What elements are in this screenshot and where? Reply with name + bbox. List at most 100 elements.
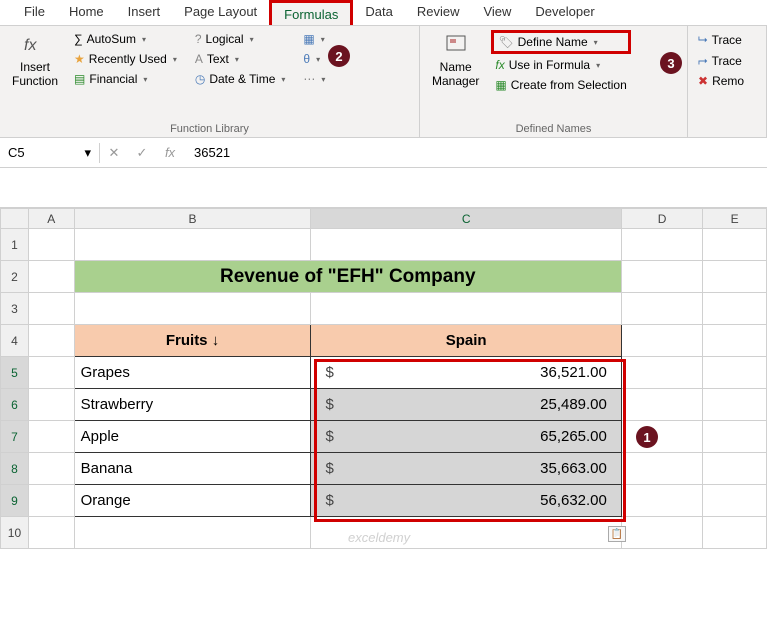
fx-icon[interactable]: fx: [156, 145, 184, 160]
star-icon: ★: [74, 52, 85, 66]
more-functions-button[interactable]: ⋯▾: [299, 70, 329, 88]
row-header[interactable]: 9: [1, 485, 29, 517]
name-box[interactable]: C5▾: [0, 143, 100, 163]
ribbon: fx Insert Function ∑AutoSum▾ ★Recently U…: [0, 26, 767, 138]
text-icon: A: [195, 52, 203, 66]
tab-insert[interactable]: Insert: [116, 0, 173, 25]
chevron-down-icon: ▾: [250, 35, 254, 44]
col-header-c[interactable]: C: [311, 209, 621, 229]
fx-icon: fx: [22, 32, 48, 58]
row-header[interactable]: 2: [1, 261, 29, 293]
data-cell[interactable]: $25,489.00: [311, 389, 621, 421]
col-header-d[interactable]: D: [621, 209, 702, 229]
chevron-down-icon: ▾: [143, 75, 147, 84]
data-cell[interactable]: $65,265.00: [311, 421, 621, 453]
grid-icon: ▦: [495, 78, 506, 92]
trace-dependents-button[interactable]: ⮣Trace: [694, 51, 748, 70]
data-cell[interactable]: Grapes: [74, 357, 311, 389]
data-cell[interactable]: Orange: [74, 485, 311, 517]
chevron-down-icon: ▾: [321, 35, 325, 44]
text-button[interactable]: AText▾: [191, 50, 290, 68]
chevron-down-icon: ▾: [594, 38, 598, 47]
tab-review[interactable]: Review: [405, 0, 472, 25]
formula-input[interactable]: 36521: [184, 145, 767, 160]
callout-badge-3: 3: [660, 52, 682, 74]
select-all-corner[interactable]: [1, 209, 29, 229]
date-time-button[interactable]: ◷Date & Time▾: [191, 70, 290, 88]
data-cell[interactable]: $36,521.00: [311, 357, 621, 389]
name-manager-button[interactable]: Name Manager: [426, 30, 485, 94]
col-header-e[interactable]: E: [703, 209, 767, 229]
math-button[interactable]: θ▾: [299, 50, 329, 68]
row-header[interactable]: 5: [1, 357, 29, 389]
row-header[interactable]: 7: [1, 421, 29, 453]
row-header[interactable]: 10: [1, 517, 29, 549]
enter-icon[interactable]: ✓: [128, 145, 156, 161]
financial-button[interactable]: ▤Financial▾: [70, 70, 181, 88]
data-cell[interactable]: Banana: [74, 453, 311, 485]
header-fruits[interactable]: Fruits ↓: [74, 325, 311, 357]
data-cell[interactable]: Strawberry: [74, 389, 311, 421]
chevron-down-icon: ▾: [173, 55, 177, 64]
tab-view[interactable]: View: [471, 0, 523, 25]
tag-icon: 🏷: [498, 35, 513, 49]
title-cell[interactable]: Revenue of "EFH" Company: [74, 261, 621, 293]
callout-badge-2: 2: [328, 45, 350, 67]
arrow-icon: ⮡: [698, 32, 708, 47]
autosum-button[interactable]: ∑AutoSum▾: [70, 30, 181, 48]
worksheet-grid[interactable]: A B C D E 1 2Revenue of "EFH" Company 3 …: [0, 208, 767, 549]
tag-icon: [443, 32, 469, 58]
chevron-down-icon: ▾: [596, 61, 600, 70]
row-header[interactable]: 8: [1, 453, 29, 485]
chevron-down-icon: ▾: [84, 145, 91, 161]
create-from-selection-button[interactable]: ▦Create from Selection: [491, 76, 630, 94]
group-label-function-library: Function Library: [6, 121, 413, 135]
remove-arrows-button[interactable]: ✖Remo: [694, 72, 748, 90]
trace-precedents-button[interactable]: ⮡Trace: [694, 30, 748, 49]
tab-home[interactable]: Home: [57, 0, 116, 25]
sigma-icon: ∑: [74, 32, 83, 46]
define-name-button[interactable]: 🏷Define Name▾: [491, 30, 630, 54]
use-in-formula-button[interactable]: fxUse in Formula▾: [491, 56, 630, 74]
row-header[interactable]: 1: [1, 229, 29, 261]
ribbon-tabs: File Home Insert Page Layout Formulas Da…: [0, 0, 767, 26]
data-cell[interactable]: Apple: [74, 421, 311, 453]
chevron-down-icon: ▾: [142, 35, 146, 44]
lookup-button[interactable]: ▦▾: [299, 30, 329, 48]
recently-used-button[interactable]: ★Recently Used▾: [70, 50, 181, 68]
cancel-icon[interactable]: ✕: [100, 145, 128, 161]
more-icon: ⋯: [303, 72, 315, 86]
chevron-down-icon: ▾: [281, 75, 285, 84]
col-header-a[interactable]: A: [28, 209, 74, 229]
chevron-down-icon: ▾: [321, 75, 325, 84]
data-cell[interactable]: $56,632.00: [311, 485, 621, 517]
svg-text:fx: fx: [24, 37, 37, 54]
callout-badge-1: 1: [636, 426, 658, 448]
insert-function-button[interactable]: fx Insert Function: [6, 30, 64, 90]
group-label-defined-names: Defined Names: [426, 121, 681, 135]
chevron-down-icon: ▾: [316, 55, 320, 64]
formula-bar: C5▾ ✕ ✓ fx 36521: [0, 138, 767, 168]
lookup-icon: ▦: [303, 32, 314, 46]
row-header[interactable]: 3: [1, 293, 29, 325]
tab-data[interactable]: Data: [353, 0, 404, 25]
row-header[interactable]: 6: [1, 389, 29, 421]
chevron-down-icon: ▾: [235, 55, 239, 64]
theta-icon: θ: [303, 52, 310, 66]
paste-options-icon[interactable]: 📋: [608, 526, 626, 542]
row-header[interactable]: 4: [1, 325, 29, 357]
money-icon: ▤: [74, 72, 85, 86]
logical-button[interactable]: ?Logical▾: [191, 30, 290, 48]
col-header-b[interactable]: B: [74, 209, 311, 229]
x-icon: ✖: [698, 74, 708, 88]
header-spain[interactable]: Spain: [311, 325, 621, 357]
clock-icon: ◷: [195, 72, 205, 86]
tab-formulas[interactable]: Formulas: [269, 0, 353, 25]
data-cell[interactable]: $35,663.00: [311, 453, 621, 485]
tab-developer[interactable]: Developer: [523, 0, 606, 25]
tab-page-layout[interactable]: Page Layout: [172, 0, 269, 25]
tab-file[interactable]: File: [12, 0, 57, 25]
arrow-icon: ⮣: [698, 53, 708, 68]
question-icon: ?: [195, 32, 202, 46]
fx-small-icon: fx: [495, 58, 504, 72]
